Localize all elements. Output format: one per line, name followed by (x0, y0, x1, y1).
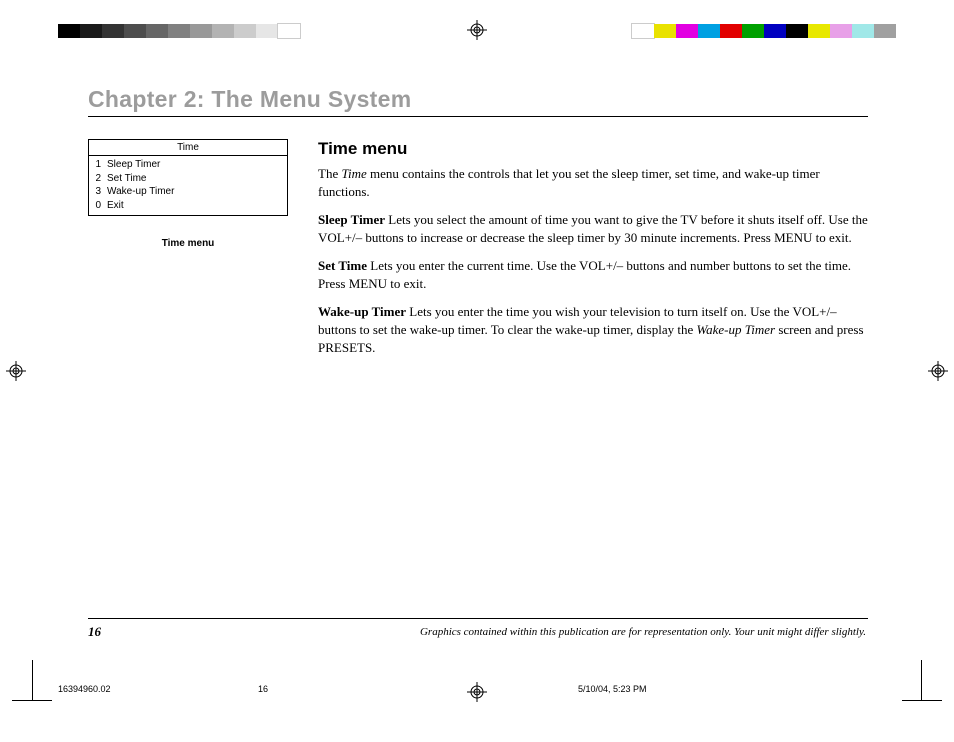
body-paragraph: The Time menu contains the controls that… (318, 165, 868, 201)
printer-colorbar-gray (58, 24, 300, 38)
slug-doc-id: 16394960.02 (58, 684, 258, 694)
menu-box-caption: Time menu (88, 238, 288, 249)
footer-rule (88, 618, 868, 619)
crop-mark-icon (32, 660, 33, 700)
body-paragraph: Sleep Timer Lets you select the amount o… (318, 211, 868, 247)
menu-box-item: 2Set Time (93, 172, 283, 186)
printer-colorbar-color (632, 24, 896, 38)
body-paragraph: Wake-up Timer Lets you enter the time yo… (318, 303, 868, 357)
section-title: Time menu (318, 139, 868, 159)
slug-page: 16 (258, 684, 578, 694)
menu-box-item: 1Sleep Timer (93, 158, 283, 172)
menu-box-title: Time (89, 140, 287, 156)
menu-box-item: 0Exit (93, 199, 283, 213)
page-number: 16 (88, 624, 101, 640)
crop-mark-icon (921, 660, 922, 700)
registration-mark-icon (467, 20, 487, 40)
menu-box-item: 3Wake-up Timer (93, 185, 283, 199)
footer-note: Graphics contained within this publicati… (420, 626, 866, 638)
imposition-slug: 16394960.02 16 5/10/04, 5:23 PM (58, 684, 896, 694)
registration-mark-icon (928, 361, 948, 381)
slug-timestamp: 5/10/04, 5:23 PM (578, 684, 896, 694)
chapter-title: Chapter 2: The Menu System (88, 86, 868, 117)
body-paragraph: Set Time Lets you enter the current time… (318, 257, 868, 293)
registration-mark-icon (6, 361, 26, 381)
crop-mark-icon (902, 700, 942, 701)
time-menu-graphic: Time 1Sleep Timer2Set Time3Wake-up Timer… (88, 139, 288, 216)
crop-mark-icon (12, 700, 52, 701)
